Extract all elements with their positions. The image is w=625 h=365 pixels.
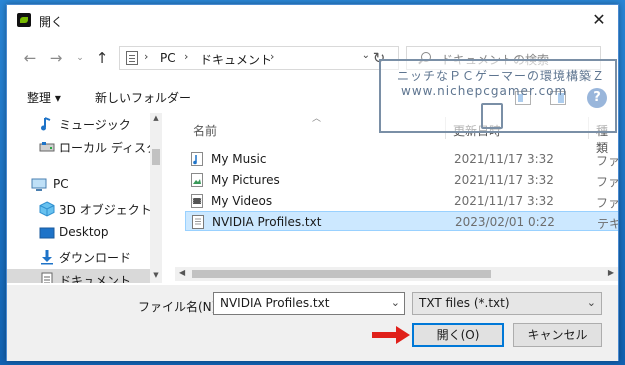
file-type: ファイル <box>596 196 618 210</box>
text-file-icon <box>192 215 204 229</box>
site-watermark: ニッチなＰＣゲーマーの環境構築Ｚ www.nichepcgamer.com <box>379 59 617 133</box>
file-name: My Music <box>211 152 267 166</box>
sidebar-item-downloads[interactable]: ダウンロード <box>7 246 150 268</box>
up-arrow-icon[interactable]: ↑ <box>93 49 111 67</box>
file-type: テキス <box>597 217 618 231</box>
sidebar-item-local-disk[interactable]: ローカル ディスク (C <box>7 136 162 158</box>
file-row-my-music[interactable]: My Music 2021/11/17 3:32 ファイル <box>185 149 618 169</box>
filename-label: ファイル名(N): <box>138 300 221 314</box>
file-date: 2023/02/01 0:22 <box>455 215 555 229</box>
sidebar-item-label: ダウンロード <box>59 251 132 265</box>
recent-dropdown-icon[interactable]: ⌄ <box>71 49 89 67</box>
cancel-button[interactable]: キャンセル <box>513 323 602 347</box>
sidebar-item-music[interactable]: ミュージック <box>7 113 150 135</box>
file-date: 2021/11/17 3:32 <box>454 173 554 187</box>
document-icon <box>41 272 53 283</box>
file-name: My Videos <box>211 194 273 208</box>
dialog-footer: ファイル名(N): NVIDIA Profiles.txt ⌄ TXT file… <box>7 285 618 361</box>
breadcrumb-separator: › <box>144 50 149 63</box>
breadcrumb-separator: › <box>270 50 275 63</box>
scroll-right-icon[interactable]: ▶ <box>608 268 614 277</box>
back-arrow-icon[interactable]: ← <box>21 49 39 67</box>
file-name: My Pictures <box>211 173 280 187</box>
file-type-select[interactable]: TXT files (*.txt) ⌄ <box>412 292 602 315</box>
file-row-my-videos[interactable]: My Videos 2021/11/17 3:32 ファイル <box>185 191 618 211</box>
address-bar[interactable]: › PC › ドキュメント › ⌄ <box>119 46 399 70</box>
sidebar-item-pc[interactable]: PC <box>7 174 150 196</box>
sidebar-item-documents[interactable]: ドキュメント <box>7 269 150 283</box>
nvidia-app-icon <box>17 13 31 27</box>
videos-folder-shortcut-icon <box>191 194 203 208</box>
breadcrumb-separator: › <box>184 50 189 63</box>
pictures-folder-shortcut-icon <box>191 173 203 187</box>
cube-icon <box>39 201 55 217</box>
chevron-down-icon: ⌄ <box>586 296 596 309</box>
sidebar-item-label: ドキュメント <box>59 274 132 283</box>
watermark-title: ニッチなＰＣゲーマーの環境構築Ｚ <box>397 69 606 83</box>
sidebar-item-label: ミュージック <box>59 118 131 132</box>
breadcrumb-documents[interactable]: ドキュメント <box>200 51 272 68</box>
scroll-up-icon[interactable]: ▲ <box>150 114 162 122</box>
file-date: 2021/11/17 3:32 <box>454 194 554 208</box>
file-date: 2021/11/17 3:32 <box>454 152 554 166</box>
red-arrow-annotation-icon <box>372 326 410 344</box>
file-row-my-pictures[interactable]: My Pictures 2021/11/17 3:32 ファイル <box>185 170 618 190</box>
file-list: ︿ 名前 更新日時 種類 My Music 2021/11/17 3:32 ファ… <box>175 109 618 285</box>
music-note-icon <box>41 117 51 131</box>
new-folder-button[interactable]: 新しいフォルダー <box>95 89 191 106</box>
sidebar-item-label: PC <box>53 177 69 191</box>
title-bar: 開く ✕ <box>7 5 618 35</box>
navigation-pane: ミュージック ローカル ディスク (C PC 3D オブジェクト Desktop… <box>7 113 162 283</box>
sidebar-item-label: Desktop <box>59 225 109 239</box>
music-folder-shortcut-icon <box>191 152 203 166</box>
watermark-logo-icon <box>481 103 503 129</box>
sidebar-item-label: ローカル ディスク (C <box>59 141 162 155</box>
scrollbar-thumb[interactable] <box>192 270 491 278</box>
file-row-nvidia-profiles[interactable]: NVIDIA Profiles.txt 2023/02/01 0:22 テキス <box>185 211 618 231</box>
download-arrow-icon <box>41 250 53 265</box>
computer-icon <box>31 178 47 191</box>
scrollbar-thumb[interactable] <box>152 149 160 165</box>
file-type-value: TXT files (*.txt) <box>419 296 510 310</box>
sort-ascending-icon: ︿ <box>312 114 322 124</box>
window-title: 開く <box>39 15 64 29</box>
open-file-dialog: 開く ✕ ← → ⌄ ↑ › PC › ドキュメント › ⌄ ↻ ドキュメントの… <box>6 4 619 361</box>
sidebar-item-desktop[interactable]: Desktop <box>7 222 150 244</box>
file-type: ファイル <box>596 154 618 168</box>
scroll-left-icon[interactable]: ◀ <box>179 268 185 277</box>
file-name: NVIDIA Profiles.txt <box>212 215 322 229</box>
document-icon <box>126 51 138 65</box>
chevron-down-icon[interactable]: ⌄ <box>391 296 400 309</box>
desktop-icon <box>39 227 55 239</box>
organize-button[interactable]: 整理 ▾ <box>27 89 61 106</box>
horizontal-scrollbar[interactable]: ◀ ▶ <box>175 267 618 281</box>
filename-value: NVIDIA Profiles.txt <box>220 296 330 310</box>
forward-arrow-icon[interactable]: → <box>47 49 65 67</box>
sidebar-scrollbar[interactable]: ▲ ▼ <box>150 113 162 283</box>
drive-icon <box>39 142 55 152</box>
file-type: ファイル <box>596 175 618 189</box>
breadcrumb-pc[interactable]: PC <box>160 51 176 65</box>
filename-field[interactable]: NVIDIA Profiles.txt ⌄ <box>213 292 405 315</box>
sidebar-item-3d-objects[interactable]: 3D オブジェクト <box>7 198 152 220</box>
column-header-name[interactable]: 名前 <box>193 122 217 139</box>
open-button[interactable]: 開く(O) <box>412 323 504 347</box>
close-icon[interactable]: ✕ <box>590 11 608 29</box>
sidebar-item-label: 3D オブジェクト <box>59 203 152 217</box>
watermark-url: www.nichepcgamer.com <box>401 84 568 98</box>
scroll-down-icon[interactable]: ▼ <box>150 271 162 279</box>
